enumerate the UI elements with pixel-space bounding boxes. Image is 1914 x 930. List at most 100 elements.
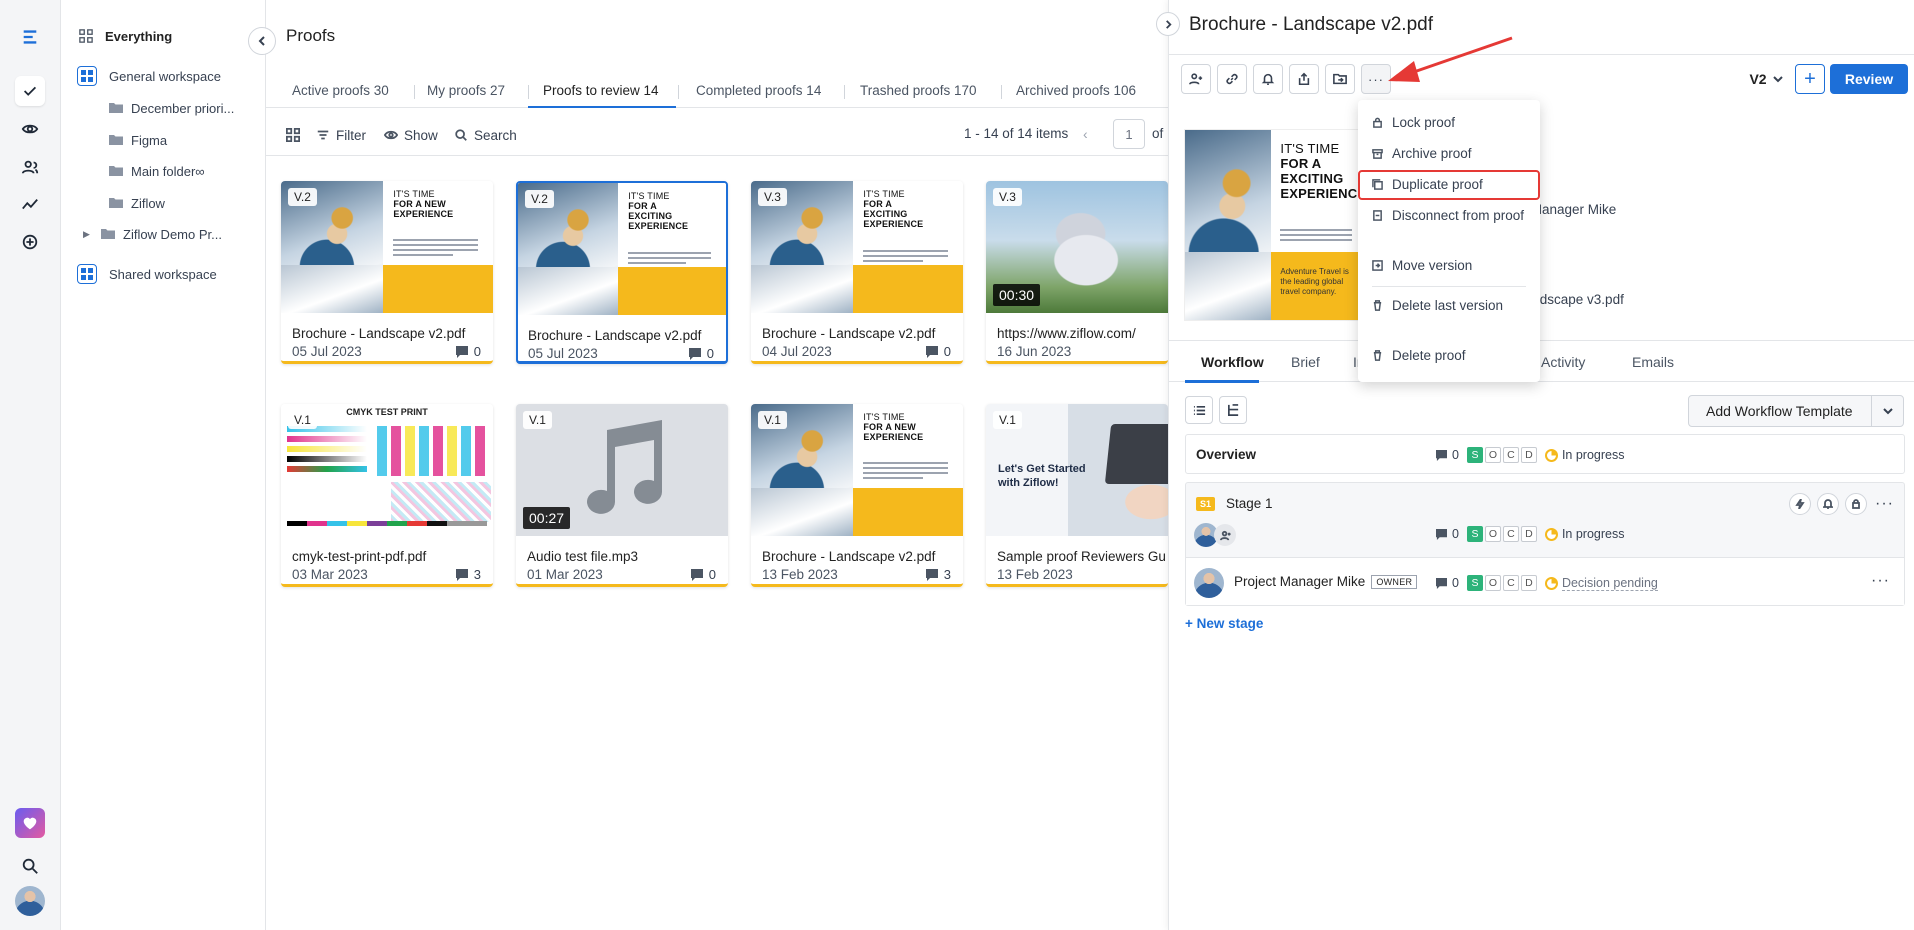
sidebar-item-general-workspace[interactable]: General workspace [77, 63, 282, 89]
bell-icon [1261, 73, 1275, 86]
status-letter: C [1502, 526, 1519, 542]
add-workflow-template-button[interactable]: Add Workflow Template [1688, 395, 1904, 427]
tab-trashed-proofs[interactable]: Trashed proofs 170 [860, 83, 977, 98]
users-icon[interactable] [15, 152, 45, 182]
share-button[interactable] [1289, 64, 1319, 94]
search-button[interactable]: Search [454, 124, 517, 146]
folder-label: Ziflow Demo Pr... [123, 226, 222, 242]
heart-icon[interactable] [15, 808, 45, 838]
progress-pie-icon [1544, 448, 1558, 462]
comment-icon [925, 568, 938, 581]
chevron-right-icon [1165, 19, 1172, 29]
proof-card[interactable]: IT'S TIME FOR A NEW EXPERIENCE V.2 Brochur… [281, 181, 493, 364]
notifications-button[interactable] [1253, 64, 1283, 94]
activity-icon[interactable] [15, 190, 45, 220]
menu-item-label: Delete last version [1392, 298, 1504, 313]
proof-card[interactable]: IT'S TIME FOR A EXCITING EXPERIENCE V.2 Bro… [516, 181, 728, 364]
video-duration: 00:30 [993, 284, 1041, 306]
stage-label[interactable]: Stage 1 [1226, 496, 1273, 511]
tree-view-button[interactable] [1219, 396, 1247, 424]
collapse-panel-button[interactable] [1156, 12, 1180, 36]
more-dots-icon[interactable]: ··· [1871, 572, 1890, 590]
menu-item-disconnect-from-proof[interactable]: Disconnect from proof [1358, 206, 1540, 226]
plus-circle-icon[interactable] [15, 227, 45, 257]
comment-count: 0 [1436, 576, 1459, 590]
status-text: Decision pending [1561, 575, 1658, 591]
bell-icon[interactable] [1817, 493, 1840, 515]
workflow-stage: S1 Stage 1 ··· 0 S O C D In progress Pro… [1185, 482, 1905, 606]
check-icon[interactable] [15, 76, 45, 106]
chevron-left-icon[interactable]: ‹ [1083, 126, 1088, 142]
tab-activity[interactable]: Activity [1541, 354, 1585, 370]
tab-completed-proofs[interactable]: Completed proofs 14 [696, 83, 821, 98]
menu-item-delete-proof[interactable]: Delete proof [1358, 346, 1540, 366]
proof-card[interactable]: CMYK TEST PRINT V.1 cmyk-test-print-pdf.… [281, 404, 493, 587]
proof-name: Brochure - Landscape v2.pdf [762, 549, 936, 564]
workflow-overview-row[interactable]: Overview 0 S O C D In progress [1185, 434, 1905, 474]
add-version-button[interactable]: + [1795, 64, 1825, 94]
tab-my-proofs[interactable]: My proofs 27 [427, 83, 505, 98]
trash-icon [1373, 350, 1382, 361]
proof-card[interactable]: Let's Get Started with Ziflow! V.1 Sampl… [986, 404, 1168, 587]
version-select[interactable]: V2 [1743, 64, 1789, 94]
lightning-icon[interactable] [1789, 493, 1812, 515]
menu-item-lock-proof[interactable]: Lock proof [1358, 113, 1540, 133]
proof-name: Sample proof Reviewers Gu [997, 549, 1166, 564]
eye-icon[interactable] [15, 114, 45, 144]
thumb-text: IT'S TIME [1280, 141, 1340, 157]
chevron-down-icon[interactable] [1871, 396, 1903, 426]
status-letter: C [1502, 447, 1519, 463]
logo-icon[interactable] [15, 22, 45, 52]
thumb-text: EXCITING [1280, 171, 1344, 187]
link-icon [1226, 73, 1238, 85]
proof-card[interactable]: IT'S TIME FOR A NEW EXPERIENCE V.1 Brochur… [751, 404, 963, 587]
avatar[interactable] [15, 886, 45, 916]
collapse-sidebar-button[interactable] [248, 27, 276, 55]
workspace-icon [77, 66, 97, 86]
caret-right-icon[interactable]: ▶ [83, 229, 93, 240]
menu-item-delete-last-version[interactable]: Delete last version [1358, 296, 1540, 316]
search-icon[interactable] [15, 851, 45, 881]
search-label: Search [474, 127, 517, 143]
trash-icon [1373, 300, 1382, 311]
filter-button[interactable]: Filter [316, 124, 366, 146]
proof-name: https://www.ziflow.com/ [997, 326, 1136, 341]
folder-label: Main folder∞ [131, 163, 205, 179]
copy-link-button[interactable] [1217, 64, 1247, 94]
review-button[interactable]: Review [1830, 64, 1908, 94]
move-icon [1372, 260, 1383, 271]
move-to-folder-button[interactable] [1325, 64, 1355, 94]
page-input[interactable]: 1 [1113, 119, 1145, 149]
comment-count-value: 3 [473, 567, 481, 582]
menu-item-move-version[interactable]: Move version [1358, 256, 1540, 276]
status-letter: D [1520, 447, 1537, 463]
overview-status: 0 S O C D In progress [1436, 447, 1624, 463]
tab-proofs-to-review[interactable]: Proofs to review 14 [543, 83, 659, 98]
new-stage-button[interactable]: + New stage [1185, 616, 1263, 631]
proof-card[interactable]: V.1 00:27 Audio test file.mp3 01 Mar 202… [516, 404, 728, 587]
lock-icon[interactable] [1845, 493, 1868, 515]
tab-emails[interactable]: Emails [1632, 354, 1674, 370]
version-badge: V.2 [288, 188, 317, 206]
annotation-arrow-icon [1388, 36, 1513, 82]
sidebar-folder[interactable]: ▶ Ziflow Demo Pr... [83, 221, 288, 247]
list-view-button[interactable] [1185, 396, 1213, 424]
menu-item-archive-proof[interactable]: Archive proof [1358, 144, 1540, 164]
more-dots-icon[interactable]: ··· [1875, 495, 1894, 513]
reviewer-row[interactable]: Project Manager Mike OWNER 0 S O C D Dec… [1186, 557, 1904, 605]
add-reviewer-icon[interactable] [1214, 524, 1236, 546]
tab-active-proofs[interactable]: Active proofs 30 [292, 83, 389, 98]
proof-card[interactable]: V.3 00:30 https://www.ziflow.com/ 16 Jun… [986, 181, 1168, 364]
add-user-button[interactable] [1181, 64, 1211, 94]
show-button[interactable]: Show [384, 124, 438, 146]
proof-card[interactable]: IT'S TIME FOR A EXCITING EXPERIENCE V.3 Bro… [751, 181, 963, 364]
filter-icon [317, 130, 329, 140]
thumb-text: EXPERIENCE [1280, 186, 1367, 202]
tab-archived-proofs[interactable]: Archived proofs 106 [1016, 83, 1136, 98]
folder-label: Ziflow [131, 195, 165, 211]
tree-icon [1227, 403, 1238, 416]
sidebar-item-shared-workspace[interactable]: Shared workspace [77, 261, 282, 287]
tab-workflow[interactable]: Workflow [1201, 354, 1264, 370]
tab-brief[interactable]: Brief [1291, 354, 1320, 370]
grid-view-button[interactable] [286, 124, 306, 146]
